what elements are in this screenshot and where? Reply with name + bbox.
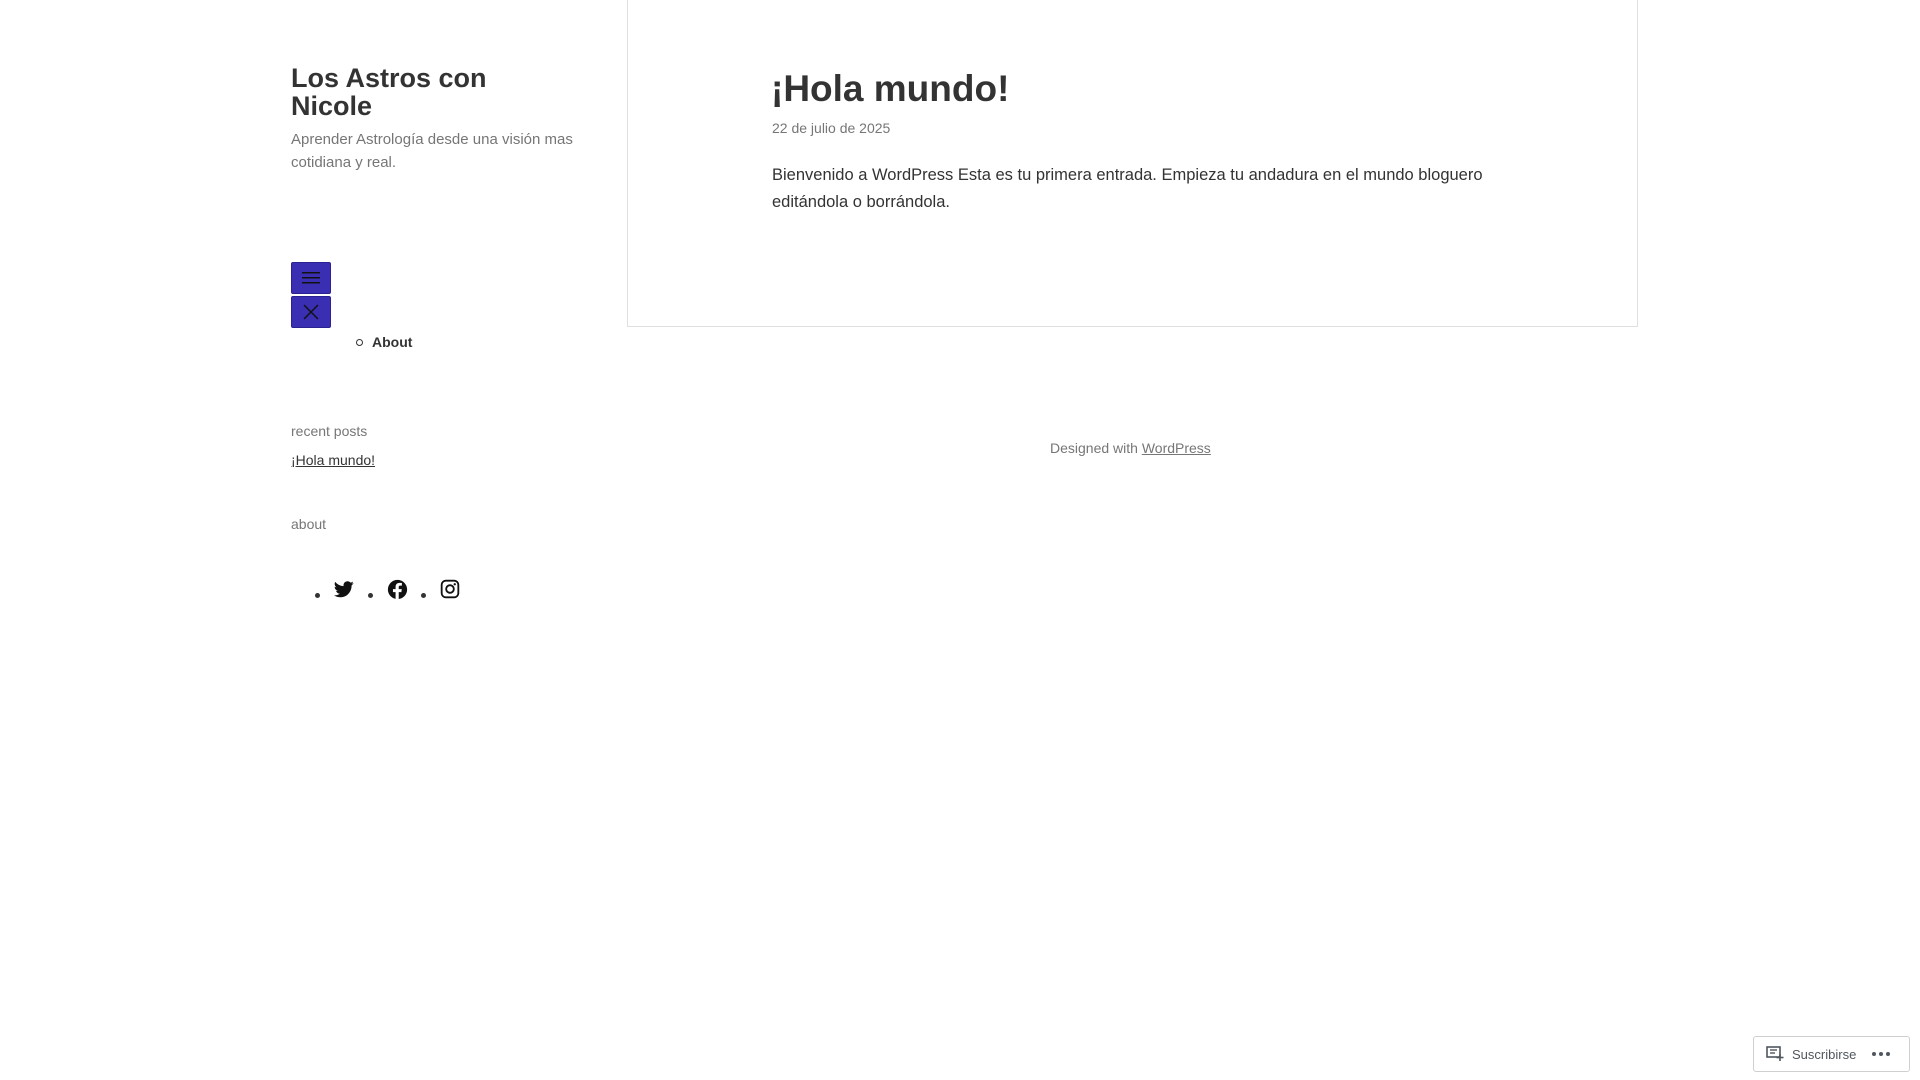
subscribe-button[interactable]: Suscribirse	[1792, 1047, 1856, 1062]
about-widget-title: about	[291, 516, 327, 532]
recent-post-link[interactable]: ¡Hola mundo!	[291, 452, 375, 468]
social-links	[315, 578, 474, 600]
sidebar: Los Astros con Nicole Aprender Astrologí…	[291, 64, 591, 600]
footer-wordpress-link[interactable]: WordPress	[1142, 440, 1211, 456]
facebook-icon[interactable]	[386, 578, 408, 600]
post-content: Bienvenido a WordPress Esta es tu primer…	[772, 166, 1483, 211]
hamburger-icon	[302, 272, 320, 284]
instagram-icon[interactable]	[439, 578, 461, 600]
list-bullet	[315, 592, 320, 598]
site-title[interactable]: Los Astros con Nicole	[291, 64, 511, 120]
list-bullet	[421, 592, 426, 598]
post-title[interactable]: ¡Hola mundo!	[771, 67, 1009, 111]
menu-open-button[interactable]	[291, 262, 331, 294]
reader-icon[interactable]	[1766, 1046, 1784, 1062]
menu-item-label: About	[372, 334, 413, 350]
page: Los Astros con Nicole Aprender Astrologí…	[0, 0, 1920, 1080]
list-bullet	[368, 592, 373, 598]
subscribe-bar: Suscribirse	[1753, 1036, 1910, 1072]
twitter-icon[interactable]	[333, 578, 355, 600]
menu-item-about[interactable]: About	[356, 334, 412, 350]
site-footer: Designed with WordPress	[1050, 440, 1211, 456]
post-date[interactable]: 22 de julio de 2025	[772, 120, 890, 136]
more-options-icon[interactable]	[1872, 1052, 1891, 1056]
menu-close-button[interactable]	[291, 296, 331, 328]
post-article: ¡Hola mundo! 22 de julio de 2025 Bienven…	[627, 0, 1638, 327]
site-description: Aprender Astrología desde una visión mas…	[291, 131, 573, 171]
close-icon	[303, 304, 319, 320]
primary-menu: About	[356, 334, 412, 350]
footer-prefix: Designed with	[1050, 440, 1138, 456]
recent-posts-title: recent posts	[291, 423, 368, 439]
bullet-icon	[356, 338, 363, 346]
